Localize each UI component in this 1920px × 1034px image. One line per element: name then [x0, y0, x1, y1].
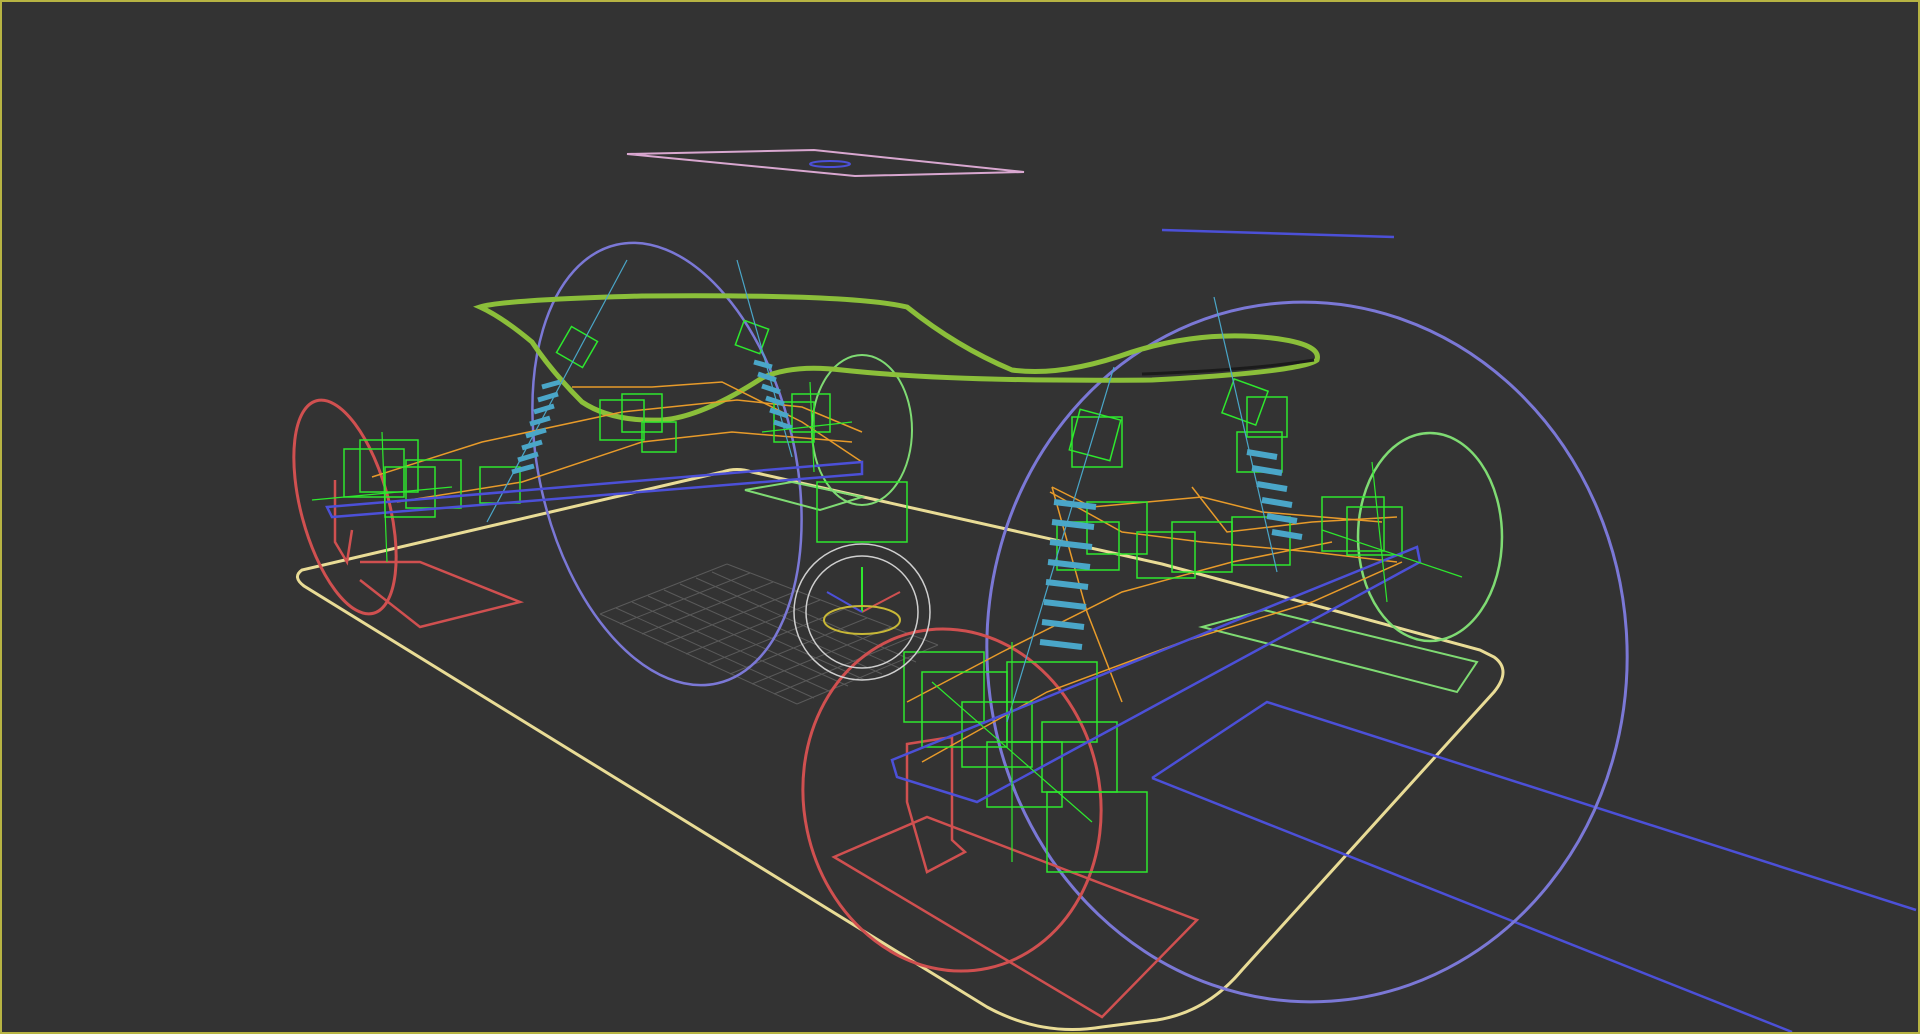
rear-red-wheel[interactable]	[274, 389, 416, 624]
hub-crosshairs	[311, 381, 1463, 862]
perspective-viewport[interactable]	[0, 0, 1920, 1034]
gizmo-axes[interactable]	[823, 567, 901, 635]
axle-control-shapes[interactable]	[325, 460, 1422, 804]
rear-wheel-circle[interactable]	[492, 216, 843, 712]
scene-canvas[interactable]	[2, 2, 1920, 1034]
body-spline[interactable]	[473, 293, 1320, 423]
home-grid	[599, 563, 939, 705]
red-contact-planes[interactable]	[333, 480, 1200, 1019]
bone-rig[interactable]	[371, 381, 1403, 763]
floor-control-lines[interactable]	[1151, 228, 1917, 1032]
front-wheel-circle[interactable]	[963, 281, 1650, 1024]
top-pink-helper[interactable]	[626, 148, 1025, 178]
front-spring-left[interactable]	[1039, 499, 1097, 650]
